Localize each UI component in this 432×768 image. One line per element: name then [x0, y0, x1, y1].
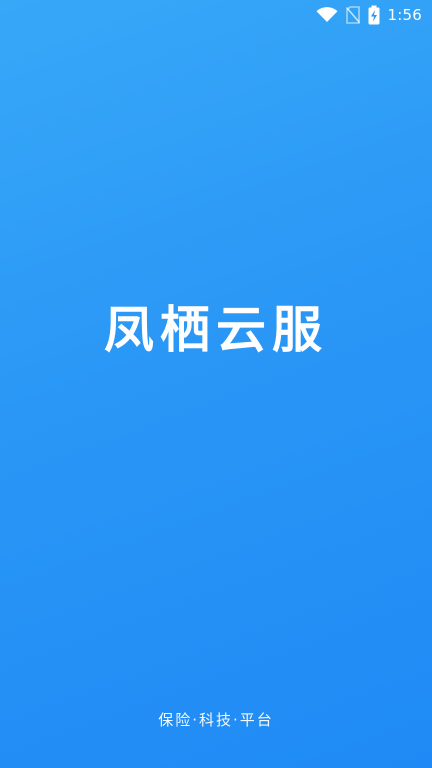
battery-charging-icon: [368, 5, 380, 25]
status-bar: 1:56: [0, 0, 432, 30]
status-time: 1:56: [387, 6, 422, 24]
slogan-text: 保险·科技·平台: [158, 711, 274, 729]
splash-screen: 1:56 凤栖云服 保险·科技·平台: [0, 0, 432, 768]
app-title: 凤栖云服: [104, 301, 328, 359]
wifi-icon: [316, 7, 338, 23]
no-sim-icon: [345, 6, 360, 24]
